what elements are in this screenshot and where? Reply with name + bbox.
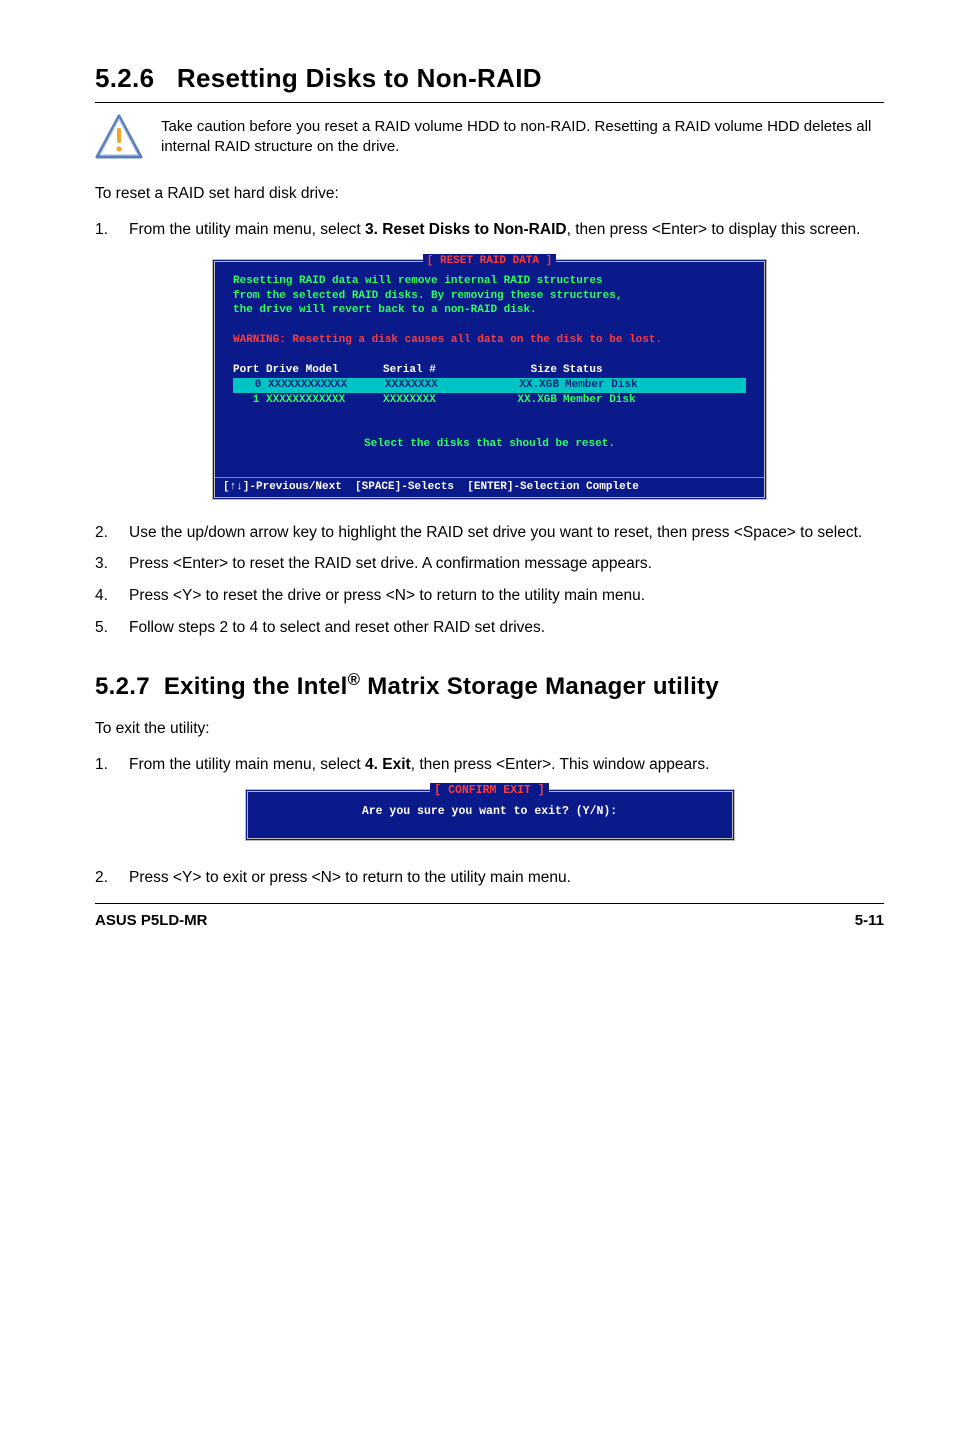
- step-text: Press <Y> to exit or press <N> to return…: [129, 867, 884, 889]
- bios-reset-raid-panel: [ RESET RAID DATA ] Resetting RAID data …: [212, 259, 767, 500]
- cell-port: 0 XXXXXXXXXXXX: [235, 378, 385, 393]
- hdr-serial: Serial #: [383, 363, 503, 378]
- confirm-message: Are you sure you want to exit? (Y/N):: [248, 804, 732, 820]
- step-number: 2.: [95, 522, 129, 544]
- step-number: 3.: [95, 553, 129, 575]
- section-title-post: Matrix Storage Manager utility: [360, 673, 719, 700]
- exit-intro: To exit the utility:: [95, 718, 884, 740]
- cell-size: XX.XGB: [503, 393, 563, 408]
- exit-step1-bold: 4. Exit: [365, 756, 411, 773]
- cell-size: XX.XGB: [505, 378, 565, 393]
- hdr-port: Port Drive Model: [233, 363, 383, 378]
- cell-status: Member Disk: [563, 393, 746, 408]
- bios-msg-line3: the drive will revert back to a non-RAID…: [233, 303, 746, 318]
- section-title-pre: Exiting the Intel: [164, 673, 348, 700]
- section-number: 5.2.6: [95, 63, 154, 93]
- step-number: 2.: [95, 867, 129, 889]
- caution-note: Take caution before you reset a RAID vol…: [95, 113, 884, 161]
- bios-panel-title: [ RESET RAID DATA ]: [423, 254, 556, 269]
- bios-table-header: Port Drive Model Serial # Size Status: [233, 363, 746, 378]
- reset-steps: 1. From the utility main menu, select 3.…: [95, 219, 884, 241]
- section-rule: [95, 102, 884, 103]
- hdr-status: Status: [563, 363, 746, 378]
- exit-step1-post: , then press <Enter>. This window appear…: [411, 756, 710, 773]
- cell-serial: XXXXXXXX: [385, 378, 505, 393]
- section-heading-reset-disks: 5.2.6 Resetting Disks to Non-RAID: [95, 60, 884, 96]
- step-number: 1.: [95, 754, 129, 776]
- bios-msg-line2: from the selected RAID disks. By removin…: [233, 289, 746, 304]
- step-text: Press <Enter> to reset the RAID set driv…: [129, 553, 884, 575]
- caution-text: Take caution before you reset a RAID vol…: [161, 117, 884, 158]
- section-title: Resetting Disks to Non-RAID: [177, 63, 542, 93]
- step-text: From the utility main menu, select 4. Ex…: [129, 754, 884, 776]
- reset-steps-cont: 2.Use the up/down arrow key to highlight…: [95, 522, 884, 639]
- step-text: Use the up/down arrow key to highlight t…: [129, 522, 884, 544]
- step-text: Follow steps 2 to 4 to select and reset …: [129, 617, 884, 639]
- bios-confirm-exit-panel: [ CONFIRM EXIT ] Are you sure you want t…: [245, 789, 735, 841]
- confirm-title: [ CONFIRM EXIT ]: [430, 783, 548, 799]
- bios-row-selected: 0 XXXXXXXXXXXX XXXXXXXX XX.XGB Member Di…: [233, 378, 746, 393]
- exit-steps-cont: 2.Press <Y> to exit or press <N> to retu…: [95, 867, 884, 889]
- caution-icon: [95, 113, 143, 161]
- bios-warning: WARNING: Resetting a disk causes all dat…: [233, 333, 746, 348]
- page-footer: ASUS P5LD-MR 5-11: [95, 903, 884, 931]
- hdr-size: Size: [503, 363, 563, 378]
- registered-mark: ®: [348, 670, 361, 689]
- footer-product: ASUS P5LD-MR: [95, 910, 208, 931]
- step-number: 1.: [95, 219, 129, 241]
- step-text: Press <Y> to reset the drive or press <N…: [129, 585, 884, 607]
- exit-steps: 1. From the utility main menu, select 4.…: [95, 754, 884, 776]
- step-text: From the utility main menu, select 3. Re…: [129, 219, 884, 241]
- step-number: 5.: [95, 617, 129, 639]
- exit-step1-pre: From the utility main menu, select: [129, 756, 365, 773]
- step-number: 4.: [95, 585, 129, 607]
- footer-page-number: 5-11: [855, 910, 884, 931]
- section-heading-exit-utility: 5.2.7 Exiting the Intel® Matrix Storage …: [95, 668, 884, 704]
- step1-pre: From the utility main menu, select: [129, 221, 365, 238]
- reset-intro: To reset a RAID set hard disk drive:: [95, 183, 884, 205]
- bios-row: 1 XXXXXXXXXXXX XXXXXXXX XX.XGB Member Di…: [233, 393, 746, 408]
- bios-footer-help: [↑↓]-Previous/Next [SPACE]-Selects [ENTE…: [215, 477, 764, 497]
- cell-status: Member Disk: [565, 378, 744, 393]
- step1-post: , then press <Enter> to display this scr…: [567, 221, 861, 238]
- bios-msg-line1: Resetting RAID data will remove internal…: [233, 274, 746, 289]
- cell-port: 1 XXXXXXXXXXXX: [233, 393, 383, 408]
- step1-bold: 3. Reset Disks to Non-RAID: [365, 221, 567, 238]
- section-number: 5.2.7: [95, 673, 150, 700]
- bios-select-msg: Select the disks that should be reset.: [233, 437, 746, 452]
- cell-serial: XXXXXXXX: [383, 393, 503, 408]
